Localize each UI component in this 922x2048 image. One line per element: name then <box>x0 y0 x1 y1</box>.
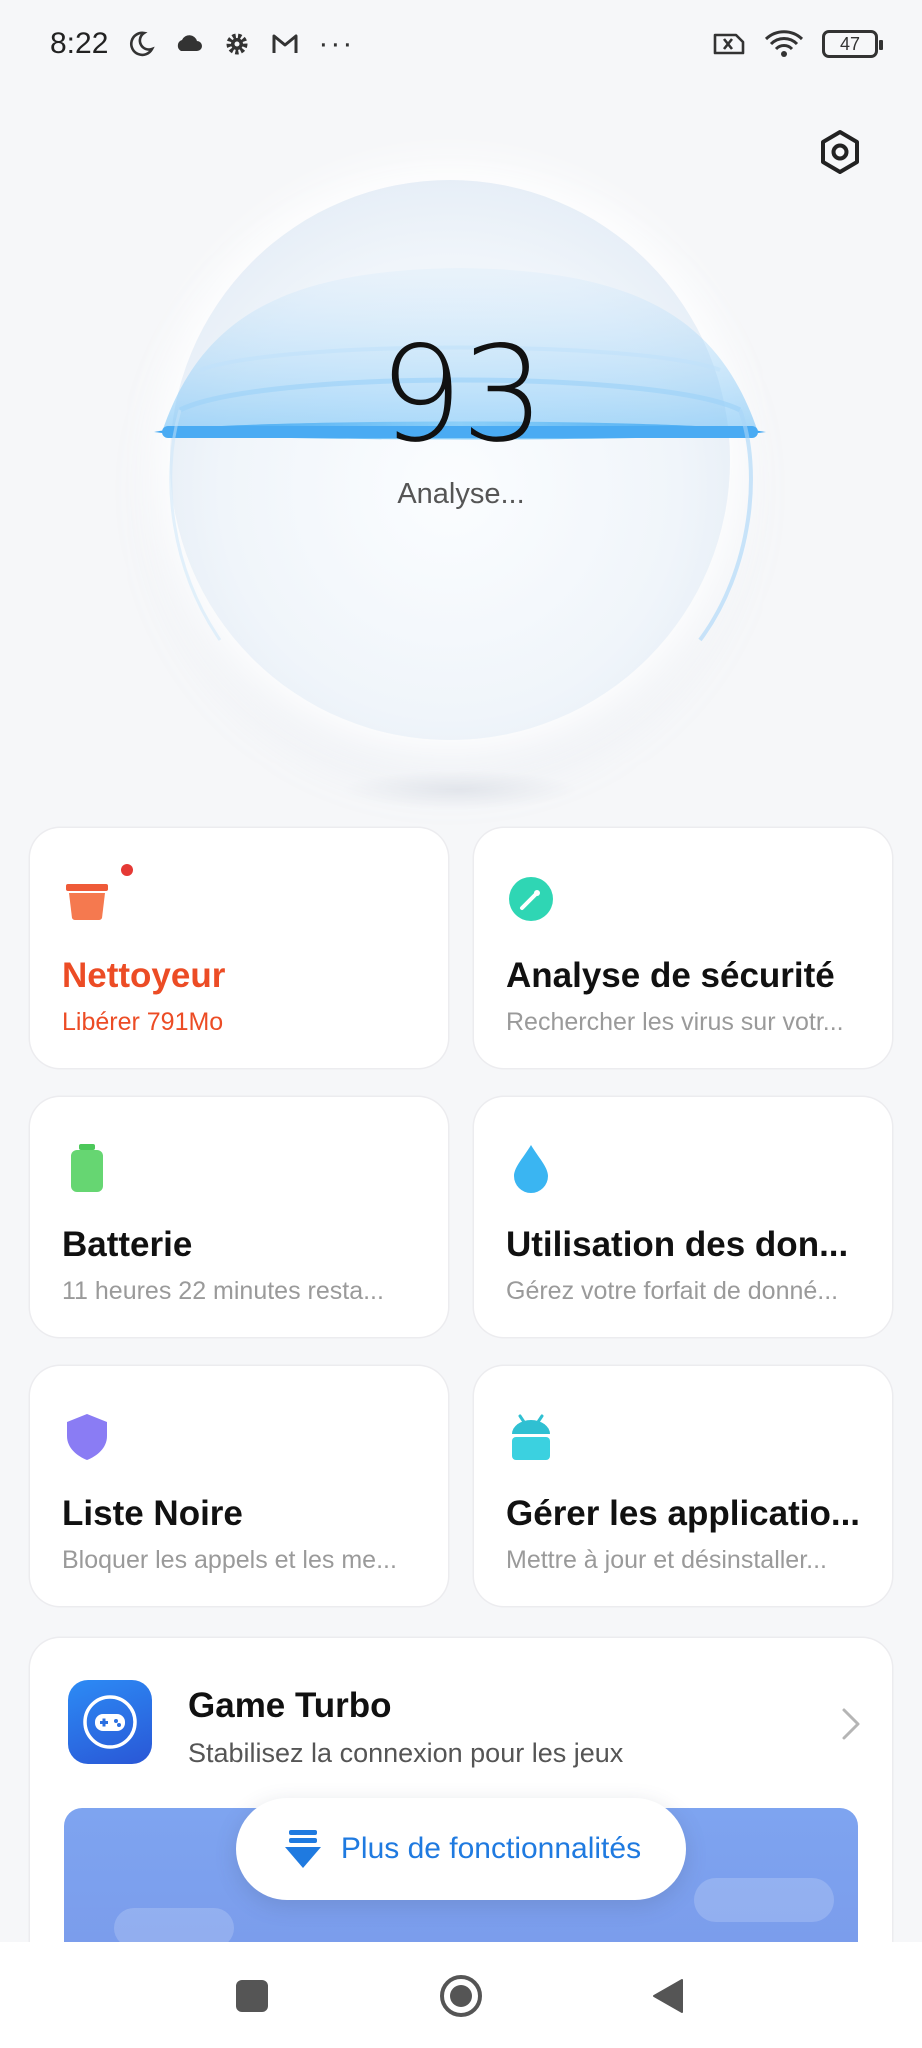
tile-title: Batterie <box>62 1225 193 1264</box>
tile-data-usage[interactable]: Utilisation des don... Gérez votre forfa… <box>474 1097 892 1337</box>
gear-icon <box>226 33 248 55</box>
water-drop-icon <box>514 1145 548 1193</box>
banner-cloud <box>694 1878 834 1922</box>
battery-level: 47 <box>839 33 861 54</box>
tile-subtitle: 11 heures 22 minutes resta... <box>62 1277 384 1305</box>
tile-title: Utilisation des don... <box>506 1225 849 1264</box>
tile-subtitle: Gérez votre forfait de donné... <box>506 1277 839 1305</box>
home-circle-icon <box>440 1975 482 2017</box>
square-icon <box>236 1980 268 2012</box>
recents-button[interactable] <box>228 1972 276 2020</box>
game-turbo-subtitle: Stabilisez la connexion pour les jeux <box>188 1738 624 1768</box>
tile-battery[interactable]: Batterie 11 heures 22 minutes resta... <box>30 1097 448 1337</box>
battery-indicator: 47 <box>822 30 883 58</box>
trash-icon <box>66 884 108 920</box>
sphere-shadow <box>340 770 580 810</box>
android-icon <box>512 1414 550 1460</box>
moon-icon <box>130 31 156 57</box>
wifi-icon <box>764 30 804 57</box>
game-turbo-app-icon <box>68 1680 152 1764</box>
tile-subtitle: Bloquer les appels et les me... <box>62 1546 397 1574</box>
notification-dot <box>121 864 133 876</box>
shield-icon <box>67 1414 107 1460</box>
security-scan-icon <box>509 877 553 921</box>
scan-score: 93 <box>379 318 545 472</box>
status-bar-left: 8:22 ··· <box>50 27 354 61</box>
status-bar-right: 47 <box>712 29 883 59</box>
tile-cleaner[interactable]: Nettoyeur Libérer 791Mo <box>30 828 448 1068</box>
hexagon-settings-icon <box>821 130 859 174</box>
tile-title: Liste Noire <box>62 1494 243 1533</box>
back-triangle-icon <box>653 1979 683 2013</box>
status-bar: 8:22 ··· 47 <box>0 0 922 88</box>
tile-subtitle: Rechercher les virus sur votr... <box>506 1008 844 1036</box>
tile-manage-apps[interactable]: Gérer les applicatio... Mettre à jour et… <box>474 1366 892 1606</box>
gamepad-icon <box>83 1695 137 1749</box>
status-time: 8:22 <box>50 27 109 60</box>
cloud-icon <box>178 35 203 51</box>
more-features-button[interactable]: Plus de fonctionnalités <box>236 1798 686 1900</box>
download-arrow-icon <box>284 1830 321 1868</box>
more-features-label: Plus de fonctionnalités <box>340 1832 642 1865</box>
settings-button[interactable] <box>816 128 864 176</box>
chevron-right-icon <box>842 1708 860 1740</box>
tile-security-scan[interactable]: Analyse de sécurité Rechercher les virus… <box>474 828 892 1068</box>
game-turbo-title: Game Turbo <box>188 1686 392 1725</box>
tile-title: Nettoyeur <box>62 956 226 995</box>
more-notifications-icon: ··· <box>318 27 355 60</box>
scan-status: Analyse... <box>397 478 525 510</box>
gmail-icon <box>272 34 298 53</box>
no-sim-icon <box>713 33 745 55</box>
tile-subtitle: Libérer 791Mo <box>62 1008 224 1036</box>
tile-title: Analyse de sécurité <box>506 956 835 995</box>
navigation-bar <box>0 1942 922 2048</box>
tile-blacklist[interactable]: Liste Noire Bloquer les appels et les me… <box>30 1366 448 1606</box>
tile-title: Gérer les applicatio... <box>506 1494 861 1533</box>
back-button[interactable] <box>644 1972 692 2020</box>
battery-icon <box>71 1144 103 1192</box>
home-button[interactable] <box>437 1972 485 2020</box>
tile-subtitle: Mettre à jour et désinstaller... <box>506 1546 827 1574</box>
